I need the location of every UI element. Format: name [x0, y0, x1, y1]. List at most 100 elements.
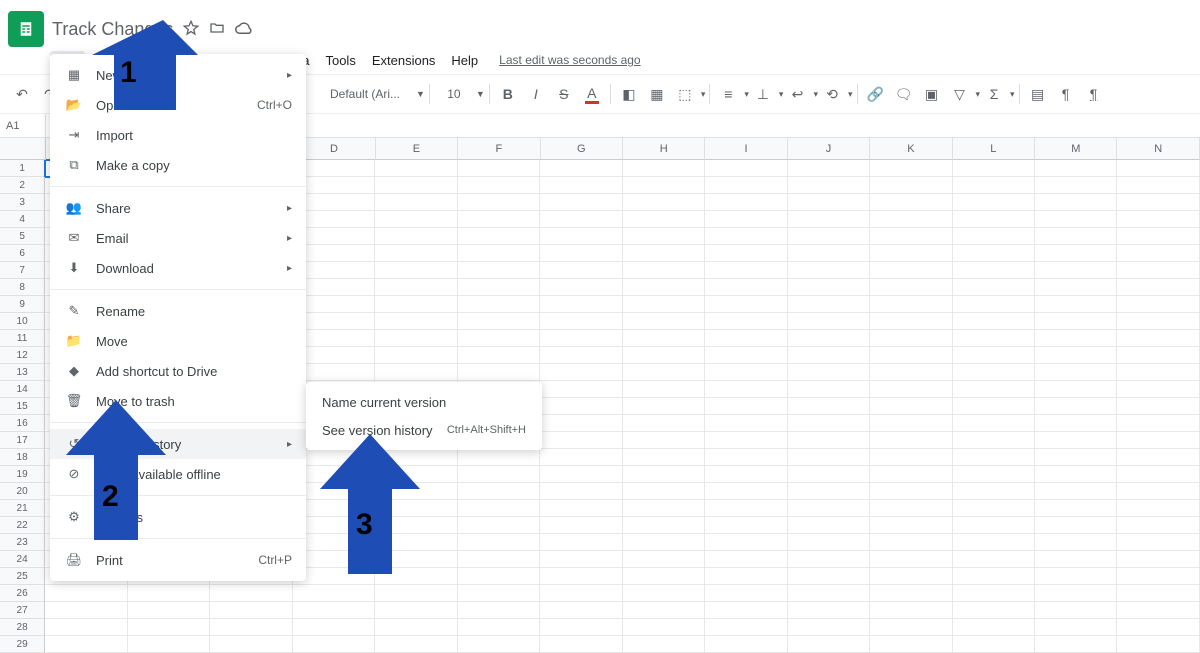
- cell[interactable]: [1117, 636, 1199, 653]
- cell[interactable]: [1035, 211, 1117, 228]
- cell[interactable]: [375, 449, 457, 466]
- cell[interactable]: [1117, 483, 1199, 500]
- cell[interactable]: [705, 619, 787, 636]
- cell[interactable]: [623, 466, 705, 483]
- cell[interactable]: [788, 279, 870, 296]
- cell[interactable]: [953, 636, 1035, 653]
- file-menu-download[interactable]: ⬇ Download ▸: [50, 253, 306, 283]
- file-menu-move[interactable]: 📁 Move: [50, 326, 306, 356]
- borders-button[interactable]: ▦: [643, 80, 671, 108]
- cell[interactable]: [953, 500, 1035, 517]
- cell[interactable]: [623, 568, 705, 585]
- cell[interactable]: [953, 279, 1035, 296]
- cell[interactable]: [375, 279, 457, 296]
- cell[interactable]: [953, 194, 1035, 211]
- cell[interactable]: [623, 228, 705, 245]
- cell[interactable]: [540, 262, 622, 279]
- row-header[interactable]: 23: [0, 534, 45, 551]
- cell[interactable]: [788, 415, 870, 432]
- cell[interactable]: [788, 483, 870, 500]
- cell[interactable]: [540, 585, 622, 602]
- cell[interactable]: [623, 432, 705, 449]
- cell[interactable]: [540, 381, 622, 398]
- h-align-button[interactable]: ≡: [714, 80, 742, 108]
- cell[interactable]: [623, 347, 705, 364]
- cell[interactable]: [1117, 262, 1199, 279]
- cell[interactable]: [1035, 160, 1117, 177]
- cell[interactable]: [1117, 500, 1199, 517]
- cell[interactable]: [540, 245, 622, 262]
- cell[interactable]: [1035, 585, 1117, 602]
- cell[interactable]: [870, 619, 952, 636]
- cell[interactable]: [705, 245, 787, 262]
- insert-chart-button[interactable]: ▣: [918, 80, 946, 108]
- cell[interactable]: [870, 347, 952, 364]
- cell[interactable]: [705, 534, 787, 551]
- row-header[interactable]: 14: [0, 381, 45, 398]
- cell[interactable]: [623, 619, 705, 636]
- cell[interactable]: [458, 585, 540, 602]
- cell[interactable]: [375, 466, 457, 483]
- cell[interactable]: [870, 211, 952, 228]
- cell[interactable]: [293, 585, 375, 602]
- cell[interactable]: [375, 551, 457, 568]
- cell[interactable]: [128, 585, 210, 602]
- cell[interactable]: [870, 415, 952, 432]
- file-menu-open[interactable]: 📂 Open Ctrl+O: [50, 90, 306, 120]
- wrap-text-button[interactable]: ↩: [783, 80, 811, 108]
- cell[interactable]: [953, 534, 1035, 551]
- font-family-select[interactable]: Default (Ari...: [324, 85, 414, 103]
- cell[interactable]: [705, 415, 787, 432]
- tb-extra-2-button[interactable]: ¶: [1052, 80, 1080, 108]
- cell[interactable]: [458, 262, 540, 279]
- cell[interactable]: [953, 483, 1035, 500]
- cell[interactable]: [1035, 347, 1117, 364]
- cell[interactable]: [870, 585, 952, 602]
- cell[interactable]: [1035, 517, 1117, 534]
- cell[interactable]: [375, 364, 457, 381]
- row-header[interactable]: 10: [0, 313, 45, 330]
- cell[interactable]: [1117, 381, 1199, 398]
- cell[interactable]: [705, 330, 787, 347]
- cell[interactable]: [705, 279, 787, 296]
- cell[interactable]: [705, 483, 787, 500]
- cell[interactable]: [458, 279, 540, 296]
- star-icon[interactable]: [183, 20, 199, 39]
- cell[interactable]: [705, 585, 787, 602]
- cell[interactable]: [788, 177, 870, 194]
- cell[interactable]: [705, 449, 787, 466]
- cell[interactable]: [953, 585, 1035, 602]
- cell[interactable]: [458, 517, 540, 534]
- row-header[interactable]: 26: [0, 585, 45, 602]
- cell[interactable]: [540, 415, 622, 432]
- cell[interactable]: [540, 296, 622, 313]
- cell[interactable]: [375, 194, 457, 211]
- cell[interactable]: [540, 568, 622, 585]
- file-menu-import[interactable]: ⇥ Import: [50, 120, 306, 150]
- cell[interactable]: [953, 330, 1035, 347]
- cell[interactable]: [1117, 415, 1199, 432]
- merge-cells-button[interactable]: ⬚: [671, 80, 699, 108]
- cell[interactable]: [705, 517, 787, 534]
- cell[interactable]: [870, 534, 952, 551]
- cell[interactable]: [458, 211, 540, 228]
- cell[interactable]: [870, 296, 952, 313]
- cell[interactable]: [1035, 296, 1117, 313]
- menu-extensions[interactable]: Extensions: [365, 51, 443, 70]
- cell[interactable]: [788, 466, 870, 483]
- v-align-button[interactable]: ⊥: [749, 80, 777, 108]
- row-header[interactable]: 11: [0, 330, 45, 347]
- cell[interactable]: [953, 398, 1035, 415]
- cell[interactable]: [623, 262, 705, 279]
- cell[interactable]: [1035, 398, 1117, 415]
- row-header[interactable]: 12: [0, 347, 45, 364]
- cell[interactable]: [1035, 449, 1117, 466]
- cell[interactable]: [540, 500, 622, 517]
- fill-color-button[interactable]: ◧: [615, 80, 643, 108]
- column-header[interactable]: F: [458, 138, 540, 160]
- cell[interactable]: [375, 160, 457, 177]
- cell[interactable]: [1117, 279, 1199, 296]
- cell[interactable]: [788, 398, 870, 415]
- cell[interactable]: [705, 160, 787, 177]
- cell[interactable]: [458, 483, 540, 500]
